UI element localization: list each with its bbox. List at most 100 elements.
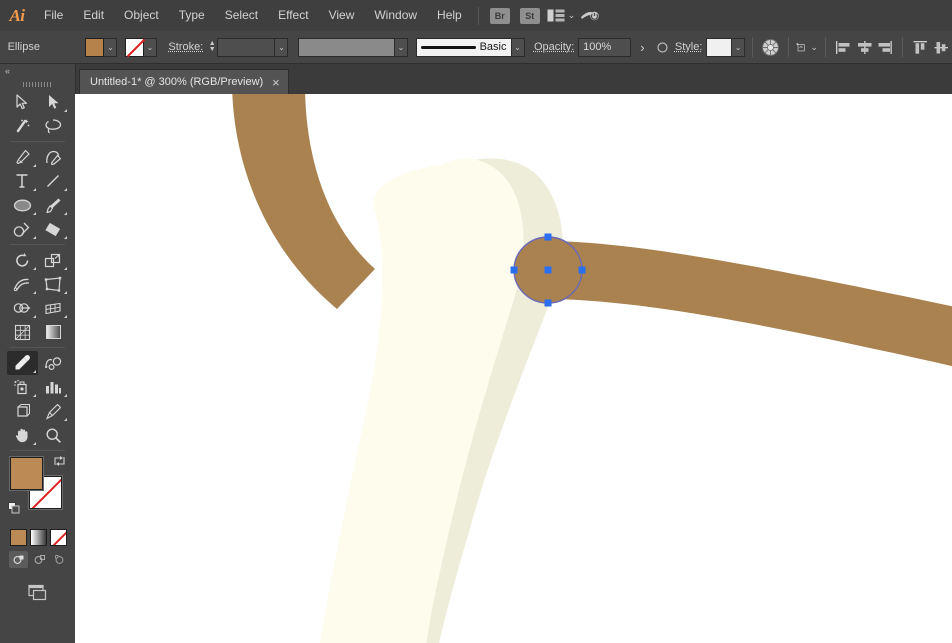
paintbrush-tool[interactable] [38,193,69,217]
eyedropper-tool[interactable] [6,351,38,375]
menu-item-help[interactable]: Help [427,0,472,31]
menu-item-window[interactable]: Window [364,0,427,31]
change-screen-mode-button[interactable] [0,582,75,604]
symbol-sprayer-tool[interactable] [7,375,38,399]
default-fill-stroke-icon[interactable] [8,502,21,515]
swap-fill-stroke-icon[interactable] [53,455,66,470]
width-tool[interactable] [7,272,38,296]
draw-normal-button[interactable] [9,551,28,568]
tool-flyout-indicator[interactable] [63,315,67,318]
stroke-weight-label[interactable]: Stroke: [168,41,203,53]
tool-flyout-indicator[interactable] [63,267,67,270]
fill-dropdown-chevron-icon[interactable]: ⌄ [104,37,118,57]
menu-item-edit[interactable]: Edit [73,0,114,31]
tool-flyout-indicator[interactable] [63,394,67,397]
slice-tool[interactable] [38,399,69,423]
tool-flyout-indicator[interactable] [32,236,36,239]
direct-selection-tool[interactable] [38,90,69,114]
bridge-button[interactable]: Br [489,7,510,24]
shaper-tool[interactable] [7,217,38,241]
brush-definition-preview[interactable]: Basic [415,37,512,57]
stroke-color-swatch[interactable] [125,37,145,57]
shape-builder-tool[interactable] [7,296,38,320]
tool-flyout-indicator[interactable] [63,236,67,239]
rotate-tool[interactable] [7,248,38,272]
style-label[interactable]: Style: [675,41,703,53]
pen-tool[interactable] [7,145,38,169]
fill-color-swatch[interactable] [85,37,105,57]
align-left-icon[interactable] [833,36,854,58]
selection-tool[interactable] [7,90,38,114]
fill-swatch-group[interactable]: ⌄ [85,37,118,57]
collapse-panel-icon[interactable]: « [0,64,75,78]
line-segment-tool[interactable] [38,169,69,193]
align-top-icon[interactable] [910,36,931,58]
opacity-expand-chevron-icon[interactable]: › [640,40,644,55]
draw-behind-button[interactable] [30,551,49,568]
gradient-tool[interactable] [38,320,69,344]
menu-item-view[interactable]: View [319,0,365,31]
scale-tool[interactable] [38,248,69,272]
hand-tool[interactable] [7,423,38,447]
transform-chevron-down-icon[interactable]: ⌄ [810,42,818,53]
free-transform-tool[interactable] [38,272,69,296]
stroke-dropdown-chevron-icon[interactable]: ⌄ [144,37,158,57]
artboard-canvas[interactable] [75,94,952,643]
menu-item-object[interactable]: Object [114,0,169,31]
width-profile-group[interactable]: ⌄ [297,37,408,57]
transform-shape-icon[interactable]: ⌄ [796,36,818,58]
width-profile-chevron-icon[interactable]: ⌄ [394,37,408,57]
tool-flyout-indicator[interactable] [32,315,36,318]
column-graph-tool[interactable] [38,375,69,399]
tool-flyout-indicator[interactable] [32,164,36,167]
tool-flyout-indicator[interactable] [63,188,67,191]
graphic-style-swatch[interactable] [706,37,733,57]
toolbar-fill-swatch[interactable] [10,457,43,490]
style-chevron-icon[interactable]: ⌄ [732,37,746,57]
color-fill-button[interactable] [10,529,27,546]
brush-definition-chevron-icon[interactable]: ⌄ [511,37,525,57]
tool-flyout-indicator[interactable] [32,442,36,445]
tool-flyout-indicator[interactable] [63,212,67,215]
align-vertical-center-icon[interactable] [931,36,952,58]
draw-inside-button[interactable] [51,551,70,568]
recolor-artwork-icon[interactable] [760,36,781,58]
arrange-documents-icon[interactable]: ⌄ [547,0,575,31]
menu-item-type[interactable]: Type [169,0,215,31]
gradient-fill-button[interactable] [30,529,47,546]
mesh-tool[interactable] [7,320,38,344]
tool-flyout-indicator[interactable] [63,291,67,294]
lasso-tool[interactable] [38,114,69,138]
tool-flyout-indicator[interactable] [32,394,36,397]
artboard-tool[interactable] [7,399,38,423]
eraser-tool[interactable] [38,217,69,241]
stroke-weight-chevron-icon[interactable]: ⌄ [275,37,289,57]
tool-flyout-indicator[interactable] [32,291,36,294]
stock-button[interactable]: St [519,7,540,24]
stroke-weight-stepper[interactable]: ▲ ▼ [207,38,217,57]
workspace-switcher-icon[interactable] [579,0,601,31]
perspective-grid-tool[interactable] [38,296,69,320]
blend-tool[interactable] [38,351,69,375]
tool-flyout-indicator[interactable] [32,212,36,215]
none-fill-button[interactable] [50,529,67,546]
tool-flyout-indicator[interactable] [32,188,36,191]
opacity-input[interactable]: 100% [578,37,631,57]
stroke-weight-input[interactable] [217,37,276,57]
align-right-icon[interactable] [875,36,896,58]
opacity-extra-icon[interactable] [652,36,673,58]
opacity-label[interactable]: Opacity: [534,41,574,53]
stroke-weight-field-group[interactable]: ⌄ [217,37,289,57]
menu-item-effect[interactable]: Effect [268,0,318,31]
curvature-tool[interactable] [38,145,69,169]
tool-flyout-indicator[interactable] [63,418,67,421]
tool-flyout-indicator[interactable] [32,370,36,373]
type-tool[interactable] [7,169,38,193]
graphic-style-group[interactable]: ⌄ [706,37,746,57]
tools-panel-drag-handle[interactable] [0,78,75,90]
ellipse-tool[interactable] [7,193,38,217]
stroke-swatch-group[interactable]: ⌄ [125,37,158,57]
menu-item-file[interactable]: File [34,0,73,31]
document-tab[interactable]: Untitled-1* @ 300% (RGB/Preview) × [79,69,289,94]
align-horizontal-center-icon[interactable] [854,36,875,58]
